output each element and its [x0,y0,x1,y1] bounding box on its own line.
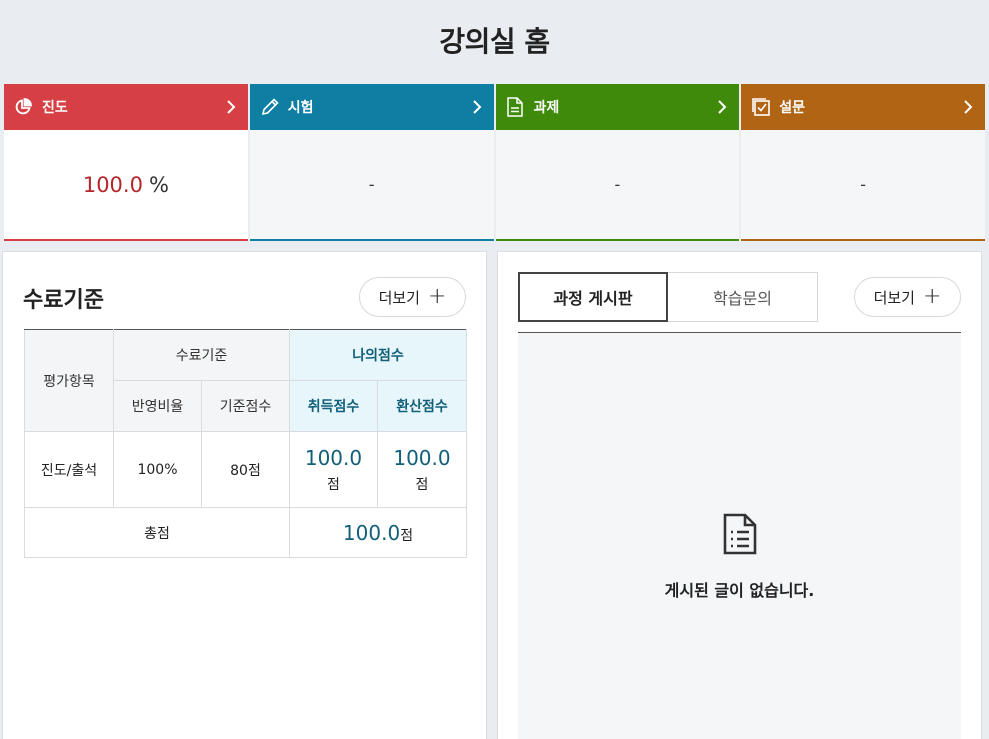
task-card-label: 과제 [533,100,560,116]
chevron-right-icon [718,100,727,114]
plus-icon: + [427,284,447,309]
board-more-label: 더보기 [873,288,915,307]
survey-card[interactable]: 설문 - [741,84,985,241]
survey-card-body: - [741,130,985,241]
row-item: 진도/출석 [24,431,114,508]
header-earned: 취득점수 [289,380,378,432]
total-cell: 100.0점 [289,507,467,558]
exam-card-header[interactable]: 시험 [249,84,494,130]
survey-card-header[interactable]: 설문 [741,84,985,130]
task-card[interactable]: 과제 - [495,84,740,241]
summary-cards: 진도 100.0 % 시험 - 과제 - 설문 - [4,84,985,241]
converted-value: 100.0 [393,445,451,470]
chevron-right-icon [964,100,973,114]
progress-value: 100.0 [82,172,143,197]
survey-value: - [860,175,867,194]
criteria-more-button[interactable]: 더보기 + [359,277,466,317]
total-label: 총점 [24,507,290,558]
progress-card-label: 진도 [42,100,68,116]
header-ratio: 반영비율 [113,380,202,432]
table-row: 진도/출석 100% 80점 100.0 점 100.0 점 [24,431,467,508]
total-unit: 점 [400,527,414,544]
progress-card-body: 100.0 % [4,130,248,241]
board-tabs: 과정 게시판 학습문의 [518,272,818,322]
plus-icon: + [922,284,942,309]
header-item: 평가항목 [24,329,114,432]
board-panel: 과정 게시판 학습문의 더보기 + 게시된 글이 없습니다. [497,251,982,739]
task-value: - [614,175,621,194]
row-converted: 100.0 점 [377,431,467,508]
task-card-header[interactable]: 과제 [495,84,740,130]
empty-message: 게시된 글이 없습니다. [664,581,815,600]
progress-unit: % [148,172,169,197]
row-ratio: 100% [113,431,202,508]
criteria-table: 평가항목 수료기준 나의점수 반영비율 기준점수 취득점수 환산점수 진도/출석… [24,329,467,558]
header-converted: 환산점수 [377,380,467,432]
exam-card[interactable]: 시험 - [249,84,494,241]
pencil-icon [260,97,280,117]
table-header-row: 평가항목 수료기준 나의점수 [24,329,467,432]
header-standard: 수료기준 [113,329,290,381]
exam-card-body: - [249,130,494,241]
tab-course-board[interactable]: 과정 게시판 [518,272,668,322]
board-more-button[interactable]: 더보기 + [854,277,961,317]
pie-chart-icon [14,97,34,117]
total-value: 100.0 [342,520,401,545]
row-base: 80점 [201,431,290,508]
row-earned: 100.0 점 [289,431,378,508]
empty-document-icon [723,513,757,555]
header-my-score: 나의점수 [289,329,467,381]
header-base-score: 기준점수 [201,380,290,432]
progress-card[interactable]: 진도 100.0 % [4,84,248,241]
chevron-right-icon [227,100,236,114]
earned-unit: 점 [327,476,340,493]
total-row: 총점 100.0점 [24,507,467,558]
criteria-more-label: 더보기 [378,288,420,307]
task-card-body: - [495,130,740,241]
tab-learning-inquiry[interactable]: 학습문의 [668,272,818,322]
document-icon [506,97,526,117]
earned-value: 100.0 [304,445,363,470]
chevron-right-icon [472,100,481,114]
exam-card-label: 시험 [287,100,314,116]
converted-unit: 점 [415,476,429,493]
completion-criteria-panel: 수료기준 더보기 + 평가항목 수료기준 나의점수 반영비율 기준점수 취득점수… [2,251,487,739]
page-title: 강의실 홈 [439,25,550,58]
checkbox-icon [751,97,771,117]
exam-value: - [368,175,375,194]
criteria-title: 수료기준 [23,288,104,313]
survey-card-label: 설문 [779,100,806,116]
progress-card-header[interactable]: 진도 [4,84,248,130]
board-content: 게시된 글이 없습니다. [518,333,961,739]
